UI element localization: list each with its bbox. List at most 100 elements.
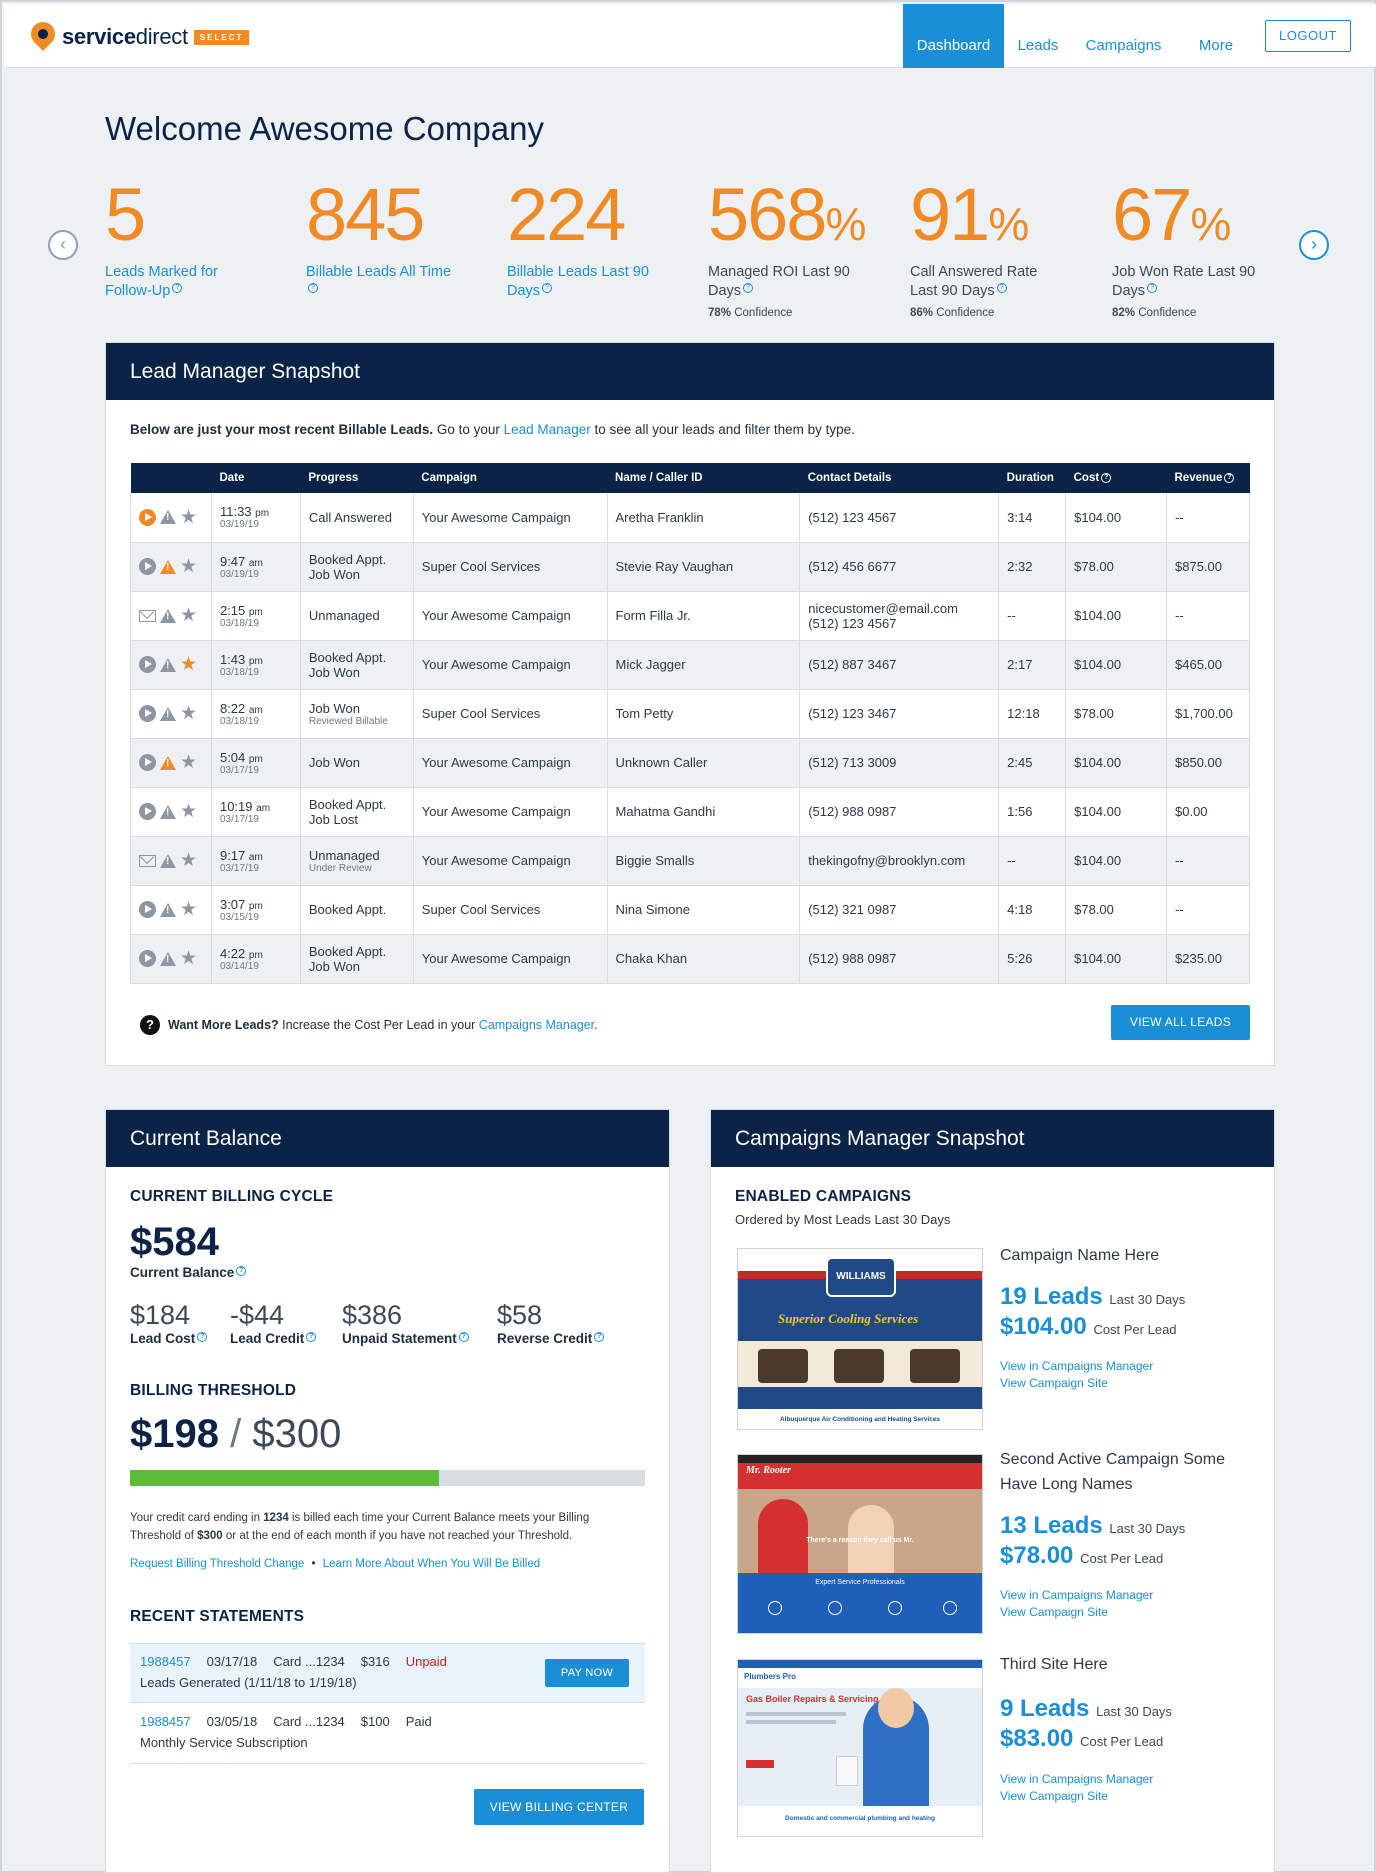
help-icon[interactable]: ? [236, 1266, 247, 1276]
table-row[interactable]: ★ 4:22 pm03/14/19Booked Appt.Job WonYour … [130, 934, 1250, 984]
logout-button[interactable]: LOGOUT [1265, 20, 1351, 52]
campaign-thumbnail[interactable]: WILLIAMS Superior Cooling Services Albuq… [737, 1248, 983, 1430]
mail-icon[interactable] [139, 609, 156, 622]
play-icon[interactable] [139, 901, 156, 918]
play-icon[interactable] [139, 950, 156, 967]
view-in-campaigns-manager-link[interactable]: View in Campaigns Manager [1000, 1358, 1153, 1375]
carousel-next-button[interactable]: › [1299, 230, 1329, 260]
warning-icon[interactable] [160, 755, 176, 770]
help-icon[interactable]: ? [306, 1332, 317, 1342]
table-row[interactable]: ★ 1:43 pm03/18/19Booked Appt.Job WonYour … [130, 640, 1250, 690]
star-icon[interactable]: ★ [180, 704, 197, 723]
warning-icon[interactable] [160, 559, 176, 574]
star-icon[interactable]: ★ [180, 557, 197, 576]
star-icon[interactable]: ★ [180, 802, 197, 821]
warning-icon[interactable] [160, 804, 176, 819]
star-icon[interactable]: ★ [180, 655, 197, 674]
help-icon[interactable]: ? [308, 283, 318, 293]
view-in-campaigns-manager-link[interactable]: View in Campaigns Manager [1000, 1771, 1153, 1788]
col-progress[interactable]: Progress [300, 463, 414, 493]
col-date[interactable]: Date [211, 463, 301, 493]
star-icon[interactable]: ★ [180, 753, 197, 772]
col-duration[interactable]: Duration [998, 463, 1066, 493]
col-contact[interactable]: Contact Details [799, 463, 999, 493]
help-icon[interactable]: ? [542, 283, 553, 293]
play-icon[interactable] [139, 754, 156, 771]
col-campaign[interactable]: Campaign [413, 463, 608, 493]
lead-snapshot-intro: Below are just your most recent Billable… [130, 422, 855, 437]
request-threshold-change-link[interactable]: Request Billing Threshold Change [130, 1558, 304, 1570]
table-row[interactable]: ★ 11:33 pm03/19/19Call AnsweredYour Aweso… [130, 493, 1250, 543]
learn-billing-link[interactable]: Learn More About When You Will Be Billed [323, 1558, 540, 1570]
star-icon[interactable]: ★ [180, 851, 197, 870]
col-revenue[interactable]: Revenue? [1166, 463, 1250, 493]
warning-icon[interactable] [160, 853, 176, 868]
help-icon[interactable]: ? [197, 1332, 208, 1342]
col-cost[interactable]: Cost? [1065, 463, 1167, 493]
campaigns-manager-link[interactable]: Campaigns Manager [479, 1018, 594, 1032]
help-icon[interactable]: ? [594, 1332, 605, 1342]
play-icon[interactable] [139, 558, 156, 575]
warning-icon[interactable] [160, 608, 176, 623]
warning-icon[interactable] [160, 902, 176, 917]
cell-cost: $104.00 [1065, 787, 1167, 837]
nav-dashboard[interactable]: Dashboard [903, 4, 1004, 68]
stat-label[interactable]: Leads Marked for Follow-Up? [105, 263, 255, 301]
col-name[interactable]: Name / Caller ID [607, 463, 800, 493]
table-row[interactable]: ★ 9:47 am03/19/19Booked Appt.Job WonSuper… [130, 542, 1250, 592]
star-icon[interactable]: ★ [180, 606, 197, 625]
help-icon[interactable]: ? [743, 283, 754, 293]
brand-logo[interactable]: servicedirect SELECT [26, 17, 250, 52]
stat-label[interactable]: Billable Leads Last 90 Days? [507, 263, 657, 301]
help-icon[interactable]: ? [1101, 473, 1112, 483]
cell-duration: 1:56 [998, 787, 1067, 837]
star-icon[interactable]: ★ [180, 900, 197, 919]
play-icon[interactable] [139, 508, 156, 526]
statement-row[interactable]: 1988457 03/05/18 Card ...1234 $100 Paid … [130, 1704, 645, 1764]
statement-status: Paid [405, 1714, 432, 1729]
play-icon[interactable] [139, 705, 156, 722]
nav-leads[interactable]: Leads [1004, 4, 1072, 68]
statement-id-link[interactable]: 1988457 [140, 1714, 191, 1729]
stat-label[interactable]: Billable Leads All Time? [306, 263, 456, 301]
cell-cost: $104.00 [1065, 836, 1167, 886]
star-icon[interactable]: ★ [180, 949, 197, 968]
view-campaign-site-link[interactable]: View Campaign Site [1000, 1604, 1153, 1621]
warning-icon[interactable] [160, 951, 176, 966]
view-campaign-site-link[interactable]: View Campaign Site [1000, 1788, 1153, 1805]
lead-manager-link[interactable]: Lead Manager [504, 422, 591, 437]
table-row[interactable]: ★ 8:22 am03/18/19Job WonReviewed Billable… [130, 689, 1250, 739]
statement-id-link[interactable]: 1988457 [140, 1654, 191, 1669]
cell-contact: (512) 123 4567 [799, 493, 1000, 543]
star-icon[interactable]: ★ [180, 508, 197, 527]
help-icon[interactable]: ? [458, 1332, 469, 1342]
play-icon[interactable] [139, 656, 156, 673]
nav-more[interactable]: More [1175, 4, 1257, 68]
stat-card: 5 Leads Marked for Follow-Up? [105, 178, 295, 301]
statement-card: Card ...1234 [273, 1654, 345, 1669]
pay-now-button[interactable]: PAY NOW [545, 1659, 629, 1687]
play-icon[interactable] [139, 803, 156, 820]
view-billing-center-button[interactable]: VIEW BILLING CENTER [474, 1789, 644, 1825]
carousel-prev-button[interactable]: ‹ [48, 230, 78, 260]
view-campaign-site-link[interactable]: View Campaign Site [1000, 1375, 1153, 1392]
table-row[interactable]: ★ 9:17 am03/17/19UnmanagedUnder ReviewYou… [130, 836, 1250, 886]
help-icon[interactable]: ? [1224, 473, 1235, 483]
campaign-thumbnail[interactable]: Mr. Rooter There's a reason they call us… [737, 1454, 983, 1634]
warning-icon[interactable] [160, 657, 176, 672]
view-all-leads-button[interactable]: VIEW ALL LEADS [1111, 1005, 1250, 1040]
help-icon[interactable]: ? [172, 283, 183, 293]
mail-icon[interactable] [139, 854, 156, 867]
cell-campaign: Super Cool Services [413, 542, 608, 592]
table-row[interactable]: ★ 5:04 pm03/17/19Job WonYour Awesome Camp… [130, 738, 1250, 788]
help-icon[interactable]: ? [996, 283, 1007, 293]
table-row[interactable]: ★ 10:19 am03/17/19Booked Appt.Job LostYou… [130, 787, 1250, 837]
warning-icon[interactable] [160, 706, 176, 721]
campaign-thumbnail[interactable]: Plumbers Pro Gas Boiler Repairs & Servic… [737, 1659, 983, 1837]
table-row[interactable]: ★ 3:07 pm03/15/19Booked Appt.Super Cool S… [130, 885, 1250, 935]
nav-campaigns[interactable]: Campaigns [1072, 4, 1175, 68]
help-icon[interactable]: ? [1147, 283, 1158, 293]
view-in-campaigns-manager-link[interactable]: View in Campaigns Manager [1000, 1587, 1153, 1604]
warning-icon[interactable] [160, 510, 176, 525]
table-row[interactable]: ★ 2:15 pm03/18/19UnmanagedYour Awesome Ca… [130, 591, 1250, 641]
